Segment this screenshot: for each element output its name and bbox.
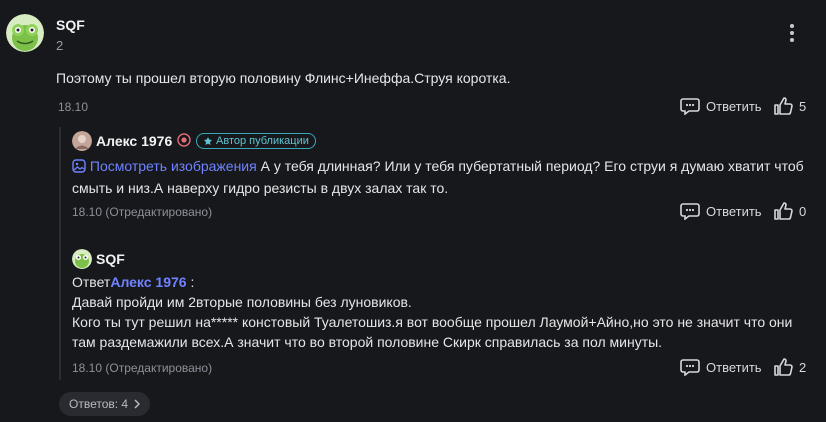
main-reply-button[interactable]: Ответить	[680, 97, 762, 115]
comment-icon	[680, 203, 700, 220]
reply1-reply-button[interactable]: Ответить	[680, 202, 762, 220]
author-badge-icon	[204, 137, 212, 145]
main-author-name[interactable]: SQF	[56, 17, 85, 33]
thumbs-up-icon	[774, 358, 793, 376]
reply1-date: 18.10 (Отредактировано)	[72, 205, 213, 219]
reply2-author-name[interactable]: SQF	[96, 251, 125, 267]
comment-icon	[680, 98, 700, 115]
thumbs-up-icon	[774, 202, 793, 220]
reply1-text-line2: смыть и низ.А наверху гидро резисты в дв…	[72, 180, 449, 196]
reply2-avatar[interactable]	[72, 249, 92, 269]
comment-icon	[680, 359, 700, 376]
show-replies-button[interactable]: Ответов: 4	[59, 392, 151, 416]
main-avatar[interactable]	[6, 14, 44, 52]
main-like-count: 5	[799, 98, 807, 114]
reply2-body: ОтветАлекс 1976 : Давай пройди им 2вторы…	[72, 272, 817, 352]
author-badge-label: Автор публикации	[216, 135, 309, 147]
reply2-reply-suffix: :	[186, 274, 195, 290]
reply2-reply-button[interactable]: Ответить	[680, 358, 762, 376]
thread-line	[59, 127, 61, 380]
view-images-link[interactable]: Посмотреть изображения	[90, 158, 257, 174]
reply1-text-line1: А у тебя длинная? Или у тебя пубертатный…	[256, 158, 804, 174]
chevron-right-icon	[134, 399, 141, 409]
reply2-reply-to-link[interactable]: Алекс 1976	[110, 274, 186, 290]
main-reply-label: Ответить	[706, 98, 762, 114]
image-icon[interactable]	[72, 158, 86, 178]
author-badge: Автор публикации	[196, 133, 316, 149]
reply2-text-line1: Давай пройди им 2вторые половины без лун…	[72, 294, 412, 310]
main-comment-date: 18.10	[58, 100, 89, 114]
main-like-button[interactable]: 5	[773, 96, 806, 116]
reply2-date: 18.10 (Отредактировано)	[72, 361, 213, 375]
reply2-text-line2: Кого ты тут решил на***** констовый Туал…	[72, 314, 793, 330]
reply2-reply-label: Ответить	[706, 359, 762, 375]
reply1-like-count: 0	[799, 203, 807, 219]
thumbs-up-icon	[774, 97, 793, 115]
main-comment-text: Поэтому ты прошел вторую половину Флинс+…	[56, 70, 511, 86]
show-replies-label: Ответов: 4	[69, 397, 129, 411]
reply1-like-button[interactable]: 0	[773, 201, 806, 221]
moderator-icon	[177, 133, 191, 152]
more-options-icon[interactable]	[790, 24, 794, 42]
reply2-text-line3: там раздемажили всех.А значит что во вто…	[72, 334, 663, 350]
reply2-like-count: 2	[799, 359, 807, 375]
reply1-avatar[interactable]	[72, 131, 92, 151]
reply1-body: Посмотреть изображения А у тебя длинная?…	[72, 156, 812, 198]
reply2-reply-prefix: Ответ	[72, 274, 111, 290]
main-author-level: 2	[56, 38, 64, 53]
reply2-like-button[interactable]: 2	[773, 357, 806, 377]
reply1-author-name[interactable]: Алекс 1976	[96, 133, 172, 149]
reply1-reply-label: Ответить	[706, 203, 762, 219]
